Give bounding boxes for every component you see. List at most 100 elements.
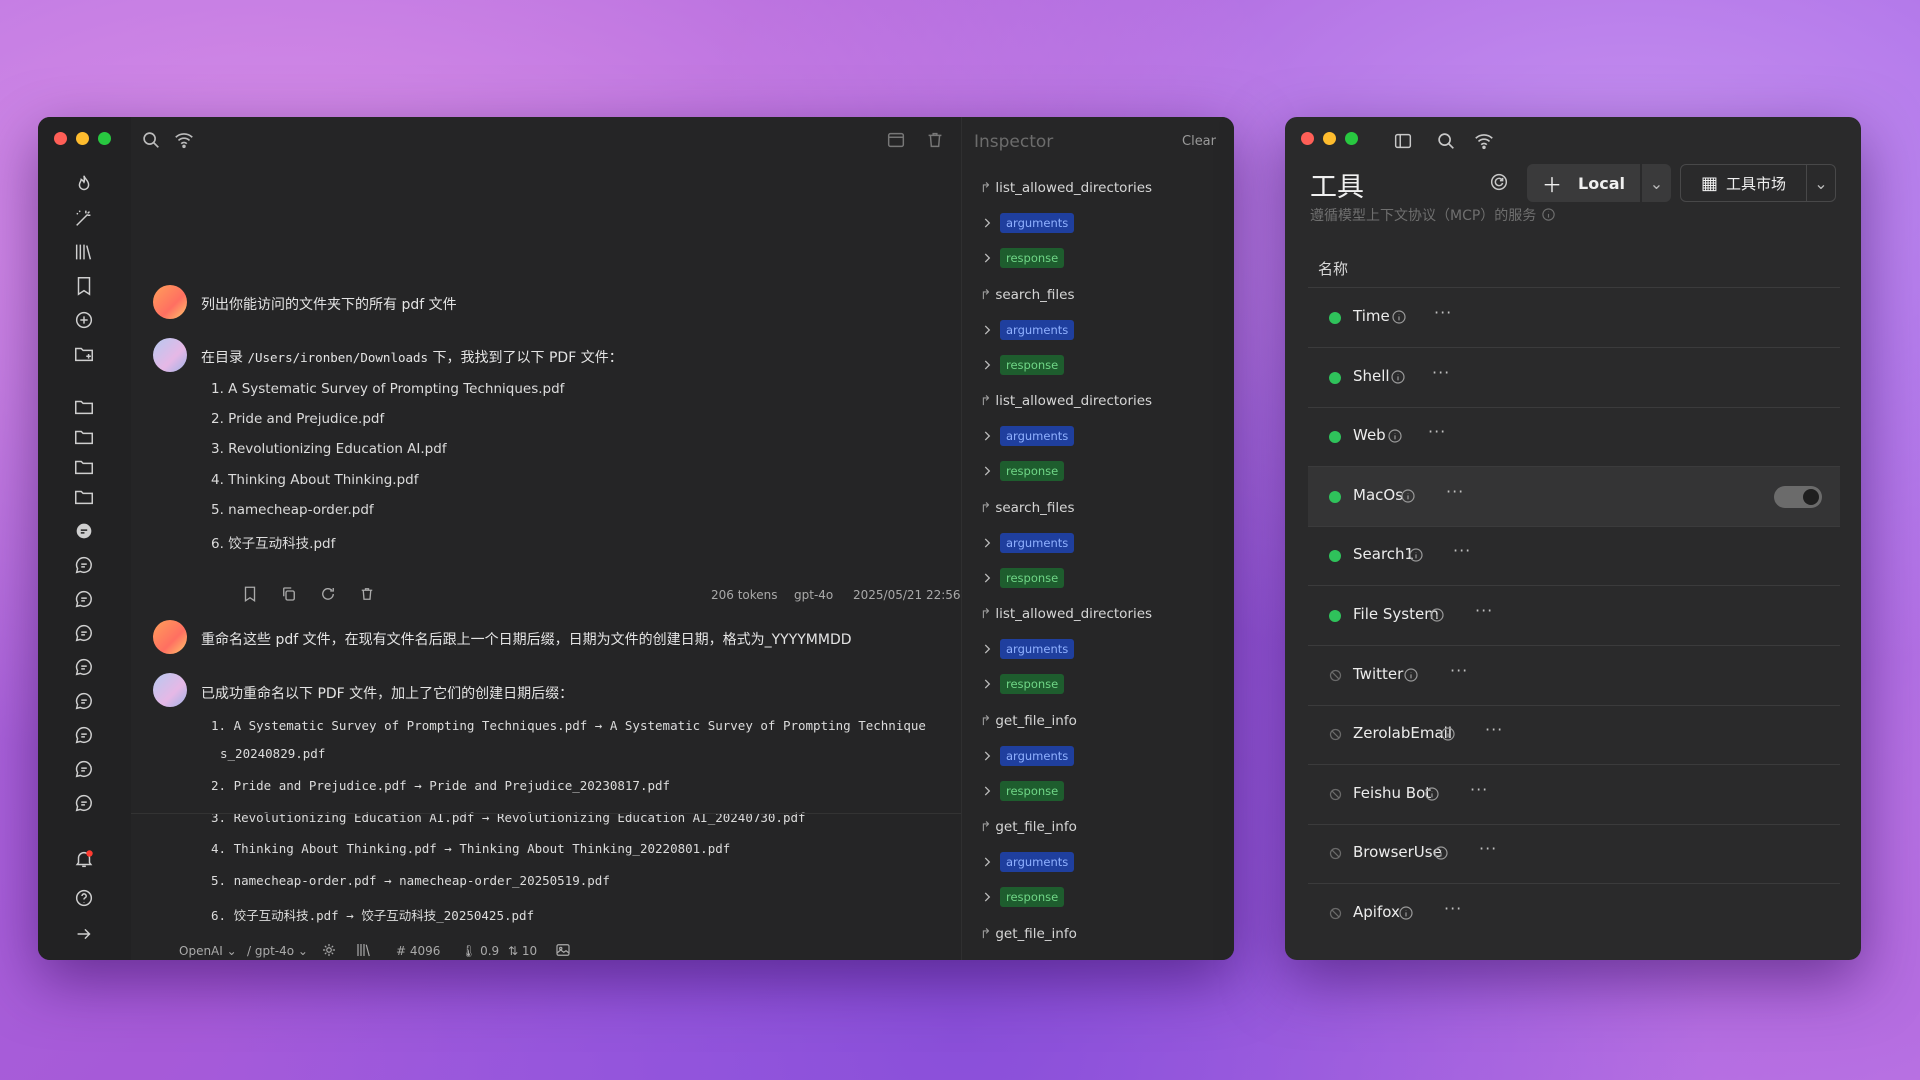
clear-button[interactable]: Clear bbox=[1182, 134, 1216, 149]
help-icon[interactable] bbox=[73, 887, 95, 909]
chevron-right-icon[interactable] bbox=[980, 855, 994, 869]
tool-row[interactable]: BrowserUse ··· bbox=[1308, 824, 1840, 883]
folder-icon[interactable] bbox=[73, 456, 95, 478]
tool-row[interactable]: Feishu Bot ··· bbox=[1308, 765, 1840, 824]
chevron-right-icon[interactable] bbox=[980, 251, 994, 265]
arguments-badge[interactable]: arguments bbox=[1000, 213, 1075, 233]
search-icon[interactable] bbox=[1435, 130, 1457, 152]
chevron-right-icon[interactable] bbox=[980, 323, 994, 337]
info-icon[interactable] bbox=[1541, 207, 1556, 222]
more-options-button[interactable]: ··· bbox=[1453, 541, 1471, 560]
info-icon[interactable] bbox=[1424, 786, 1440, 802]
temperature[interactable]: 🌡 0.9 bbox=[461, 944, 499, 958]
info-icon[interactable] bbox=[1391, 309, 1407, 325]
notification-bell-icon[interactable] bbox=[73, 848, 95, 870]
wifi-icon[interactable] bbox=[1473, 130, 1495, 152]
tool-row[interactable]: File System ··· bbox=[1308, 586, 1840, 645]
chat-icon[interactable] bbox=[73, 690, 95, 712]
arguments-badge[interactable]: arguments bbox=[1000, 532, 1075, 553]
more-options-button[interactable]: ··· bbox=[1485, 720, 1503, 739]
response-badge[interactable]: response bbox=[1000, 780, 1065, 801]
arguments-badge[interactable]: arguments bbox=[1000, 426, 1075, 446]
tool-row[interactable]: ZerolabEmail ··· bbox=[1308, 705, 1840, 764]
tool-row[interactable]: Search1 ··· bbox=[1308, 526, 1840, 585]
chat-icon[interactable] bbox=[73, 758, 95, 780]
chat-icon[interactable] bbox=[73, 656, 95, 678]
tool-call-name[interactable]: ↱ search_files bbox=[980, 287, 1075, 303]
trash-icon[interactable] bbox=[924, 129, 946, 151]
chevron-right-icon[interactable] bbox=[980, 749, 994, 763]
flame-icon[interactable] bbox=[73, 173, 95, 195]
tool-row[interactable]: MacOs ··· bbox=[1308, 466, 1840, 526]
chevron-right-icon[interactable] bbox=[980, 642, 994, 656]
info-icon[interactable] bbox=[1433, 845, 1449, 861]
chat-icon[interactable] bbox=[73, 588, 95, 610]
chat-active-icon[interactable] bbox=[73, 520, 95, 542]
chat-icon[interactable] bbox=[73, 724, 95, 746]
more-options-button[interactable]: ··· bbox=[1475, 601, 1493, 620]
enable-toggle[interactable] bbox=[1774, 485, 1822, 508]
provider-select[interactable]: OpenAI ⌄ bbox=[179, 944, 237, 958]
minimize-button[interactable] bbox=[1323, 132, 1336, 145]
more-options-button[interactable]: ··· bbox=[1444, 899, 1462, 918]
minimize-button[interactable] bbox=[76, 132, 89, 145]
more-options-button[interactable]: ··· bbox=[1470, 780, 1488, 799]
trash-icon[interactable] bbox=[358, 585, 376, 603]
arguments-badge[interactable]: arguments bbox=[1000, 319, 1075, 340]
new-folder-icon[interactable] bbox=[73, 343, 95, 365]
close-button[interactable] bbox=[54, 132, 67, 145]
layout-panel-icon[interactable] bbox=[885, 129, 907, 151]
arrow-right-icon[interactable] bbox=[73, 923, 95, 945]
tool-call-name[interactable]: ↱ list_allowed_directories bbox=[980, 180, 1152, 196]
market-dropdown-button[interactable]: ⌄ bbox=[1806, 164, 1836, 202]
zoom-button[interactable] bbox=[1345, 132, 1358, 145]
info-icon[interactable] bbox=[1408, 547, 1424, 563]
tool-call-name[interactable]: ↱ get_file_info bbox=[980, 713, 1077, 729]
info-icon[interactable] bbox=[1398, 905, 1414, 921]
tool-call-name[interactable]: ↱ get_file_info bbox=[980, 819, 1077, 835]
context-length[interactable]: ⇅ 10 bbox=[508, 944, 537, 958]
more-options-button[interactable]: ··· bbox=[1446, 482, 1464, 501]
folder-icon[interactable] bbox=[73, 486, 95, 508]
response-badge[interactable]: response bbox=[1000, 461, 1065, 481]
chevron-right-icon[interactable] bbox=[980, 890, 994, 904]
response-badge[interactable]: response bbox=[1000, 674, 1065, 694]
info-icon[interactable] bbox=[1429, 607, 1445, 623]
chevron-right-icon[interactable] bbox=[980, 784, 994, 798]
mcp-tools-icon[interactable] bbox=[320, 941, 338, 959]
chevron-right-icon[interactable] bbox=[980, 358, 994, 372]
more-options-button[interactable]: ··· bbox=[1434, 303, 1452, 322]
bookmark-icon[interactable] bbox=[241, 585, 259, 603]
zoom-button[interactable] bbox=[98, 132, 111, 145]
chevron-right-icon[interactable] bbox=[980, 677, 994, 691]
more-options-button[interactable]: ··· bbox=[1432, 363, 1450, 382]
max-tokens[interactable]: # 4096 bbox=[396, 944, 440, 958]
info-icon[interactable] bbox=[1403, 667, 1419, 683]
tool-row[interactable]: Web ··· bbox=[1308, 407, 1840, 466]
info-icon[interactable] bbox=[1400, 488, 1416, 504]
wifi-icon[interactable] bbox=[173, 129, 195, 151]
chat-icon[interactable] bbox=[73, 554, 95, 576]
copy-icon[interactable] bbox=[280, 585, 298, 603]
magic-wand-icon[interactable] bbox=[73, 207, 95, 229]
more-options-button[interactable]: ··· bbox=[1450, 661, 1468, 680]
chevron-right-icon[interactable] bbox=[980, 571, 994, 585]
response-badge[interactable]: response bbox=[1000, 248, 1065, 268]
tool-row[interactable]: Time ··· bbox=[1308, 288, 1840, 347]
response-badge[interactable]: response bbox=[1000, 567, 1065, 588]
chevron-right-icon[interactable] bbox=[980, 216, 994, 230]
response-badge[interactable]: response bbox=[1000, 354, 1065, 375]
local-button[interactable]: ＋ Local bbox=[1527, 164, 1640, 202]
sidebar-toggle-icon[interactable] bbox=[1392, 130, 1414, 152]
bookmark-icon[interactable] bbox=[73, 275, 95, 297]
tool-row[interactable]: Shell ··· bbox=[1308, 348, 1840, 407]
tool-market-button[interactable]: ▦ 工具市场 bbox=[1680, 164, 1807, 202]
close-button[interactable] bbox=[1301, 132, 1314, 145]
chevron-right-icon[interactable] bbox=[980, 464, 994, 478]
response-badge[interactable]: response bbox=[1000, 887, 1065, 907]
folder-icon[interactable] bbox=[73, 426, 95, 448]
tool-call-name[interactable]: ↱ get_file_info bbox=[980, 926, 1077, 942]
library-icon[interactable] bbox=[355, 941, 373, 959]
more-options-button[interactable]: ··· bbox=[1428, 422, 1446, 441]
model-select[interactable]: / gpt-4o ⌄ bbox=[247, 944, 308, 958]
